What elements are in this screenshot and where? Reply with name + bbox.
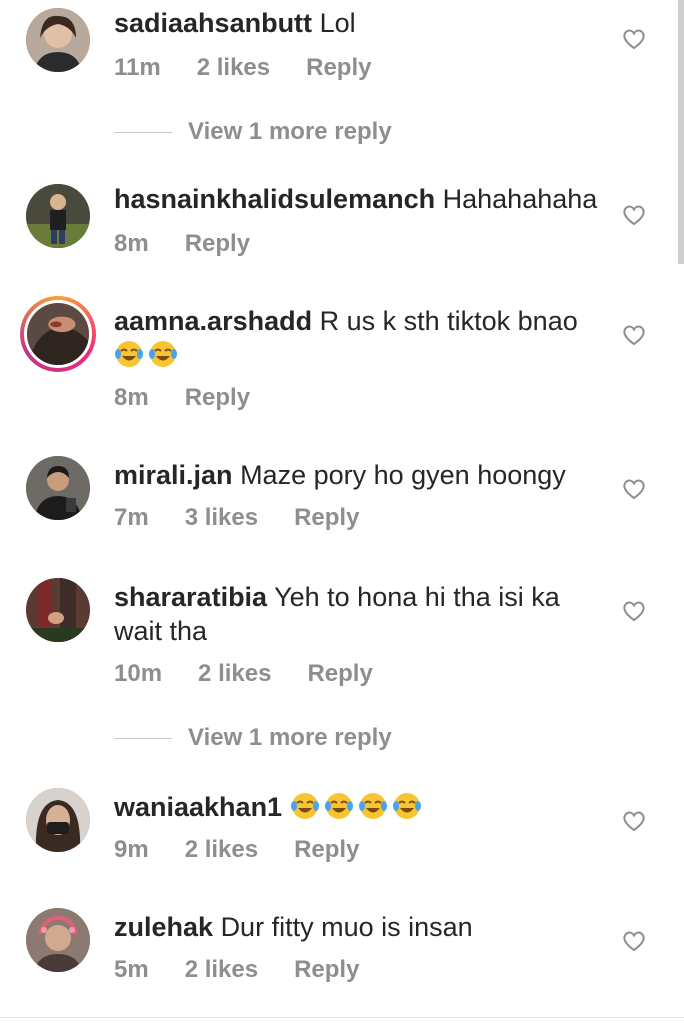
avatar-story-ring[interactable] [20,296,96,372]
face-with-tears-of-joy-emoji [148,339,178,369]
reply-button[interactable]: Reply [306,54,371,82]
comment-time: 11m [114,54,161,81]
heart-outline-icon[interactable] [622,324,646,346]
comment-meta: 8m Reply [114,384,286,412]
comment-meta: 11m 2 likes Reply [114,54,407,82]
heart-outline-icon[interactable] [622,478,646,500]
comments-feed: sadiaahsanbutt Lol 11m 2 likes Reply Vie… [0,0,684,1024]
heart-outline-icon[interactable] [622,204,646,226]
comment-meta: 7m 3 likes Reply [114,504,395,532]
profile-photo-woman-icon [26,908,90,972]
comment-body: shararatibia Yeh to hona hi tha isi ka w… [114,580,604,648]
comment-likes[interactable]: 2 likes [197,54,270,82]
face-with-tears-of-joy-emoji [290,791,320,821]
heart-outline-icon[interactable] [622,810,646,832]
profile-photo-hand-icon [27,303,89,365]
comment-body: mirali.jan Maze pory ho gyen hoongy [114,458,604,492]
comment-text: Lol [319,8,356,38]
comment-username[interactable]: zulehak [114,912,213,942]
view-more-replies-label[interactable]: View 1 more reply [188,118,392,146]
comment-username[interactable]: hasnainkhalidsulemanch [114,184,435,214]
profile-photo-man-icon [26,456,90,520]
comment-text: R us k sth tiktok bnao [319,306,578,336]
comment-time: 10m [114,660,163,687]
comment-body: waniaakhan1 [114,790,604,824]
comment-username[interactable]: shararatibia [114,582,267,612]
comment-meta: 10m 2 likes Reply [114,660,409,688]
heart-outline-icon[interactable] [622,930,646,952]
comment-username[interactable]: waniaakhan1 [114,792,282,822]
reply-button[interactable]: Reply [294,836,359,864]
reply-button[interactable]: Reply [185,230,250,258]
heart-outline-icon[interactable] [622,600,646,622]
comment-text: Maze pory ho gyen hoongy [240,460,566,490]
comment-body: hasnainkhalidsulemanch Hahahahaha [114,182,604,216]
comment-text: Hahahahaha [442,184,598,214]
scrollbar[interactable] [678,0,684,264]
profile-photo-woman-icon [26,8,90,72]
divider [0,1017,684,1018]
comment-likes[interactable]: 2 likes [185,956,258,984]
avatar[interactable] [26,908,90,972]
face-with-tears-of-joy-emoji [358,791,388,821]
comment-likes[interactable]: 2 likes [198,660,271,688]
avatar[interactable] [26,184,90,248]
avatar[interactable] [26,456,90,520]
comment-body: sadiaahsanbutt Lol [114,6,604,40]
comment-meta: 5m 2 likes Reply [114,956,395,984]
comment-time: 8m [114,230,149,257]
comment-username[interactable]: mirali.jan [114,460,233,490]
avatar[interactable] [26,8,90,72]
reply-button[interactable]: Reply [307,660,372,688]
reply-button[interactable]: Reply [294,956,359,984]
avatar[interactable] [26,578,90,642]
face-with-tears-of-joy-emoji [114,339,144,369]
comment-meta: 9m 2 likes Reply [114,836,395,864]
comment-meta: 8m Reply [114,230,286,258]
view-more-replies[interactable]: View 1 more reply [114,724,392,752]
comment-username[interactable]: sadiaahsanbutt [114,8,312,38]
heart-outline-icon[interactable] [622,28,646,50]
view-more-replies-label[interactable]: View 1 more reply [188,724,392,752]
comment-text: Dur fitty muo is insan [220,912,473,942]
view-more-replies[interactable]: View 1 more reply [114,118,392,146]
face-with-tears-of-joy-emoji [392,791,422,821]
avatar[interactable] [26,788,90,852]
profile-photo-man-icon [26,184,90,248]
face-with-tears-of-joy-emoji [324,791,354,821]
comment-username[interactable]: aamna.arshadd [114,306,312,336]
comment-time: 7m [114,504,149,531]
reply-button[interactable]: Reply [185,384,250,412]
comment-likes[interactable]: 3 likes [185,504,258,532]
profile-photo-woman-icon [26,788,90,852]
reply-button[interactable]: Reply [294,504,359,532]
profile-photo-couple-icon [26,578,90,642]
comment-likes[interactable]: 2 likes [185,836,258,864]
divider [114,737,172,739]
comment-body: aamna.arshadd R us k sth tiktok bnao [114,304,604,372]
comment-time: 8m [114,384,149,411]
comment-time: 5m [114,956,149,983]
comment-body: zulehak Dur fitty muo is insan [114,910,604,944]
divider [114,131,172,133]
comment-time: 9m [114,836,149,863]
